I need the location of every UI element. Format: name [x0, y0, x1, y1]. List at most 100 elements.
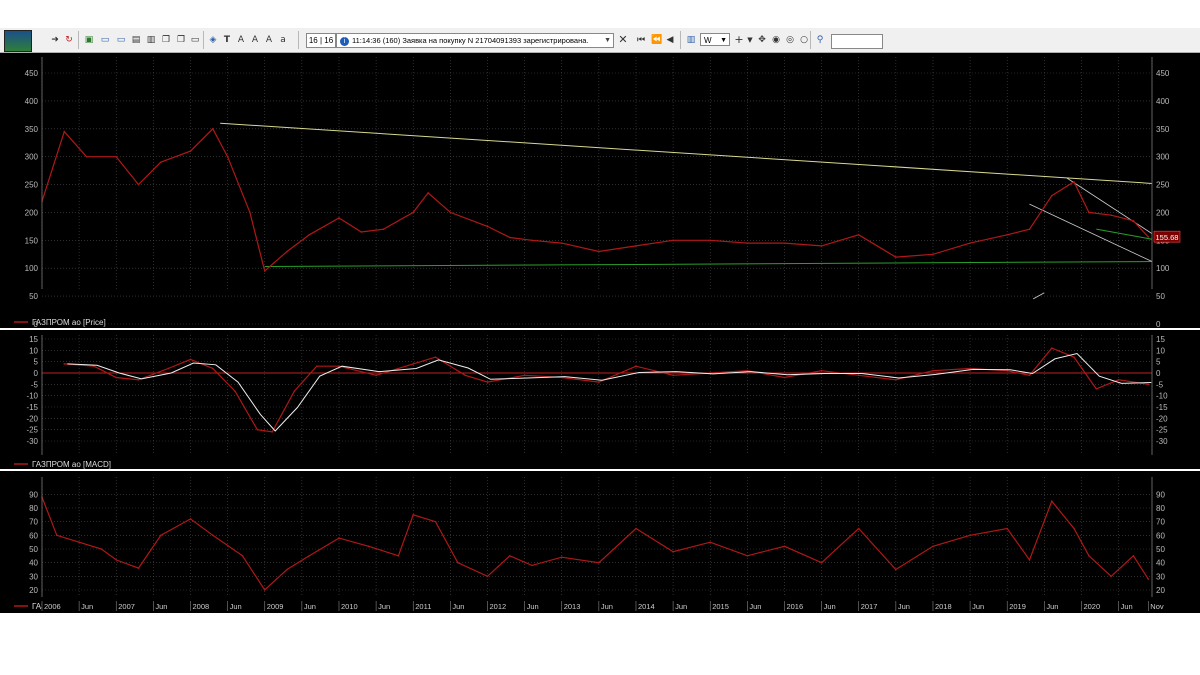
prev-icon[interactable]: ◀ — [665, 35, 675, 45]
tick-label-right: 40 — [1156, 559, 1165, 568]
macd-data-point — [464, 374, 467, 377]
time-axis-label: 2014 — [638, 602, 655, 611]
rsi-data-point — [159, 534, 162, 537]
time-axis-label: Jun — [230, 602, 242, 611]
tick-label-left: 40 — [29, 559, 38, 568]
target-icon[interactable]: ○ — [799, 35, 809, 45]
font-icon[interactable]: A — [236, 35, 246, 45]
rsi-data-point — [672, 550, 674, 553]
time-axis-label: Jun — [452, 602, 464, 611]
macd-data-point — [293, 390, 296, 392]
rsi-data-point — [560, 556, 563, 558]
rsi-data-point — [1028, 559, 1031, 561]
price-data-point — [635, 245, 637, 247]
font-icon[interactable]: a — [278, 35, 288, 45]
close-icon[interactable]: ✕ — [618, 34, 628, 45]
tick-label-right: 5 — [1156, 358, 1161, 367]
interval-value: W — [704, 36, 712, 45]
tick-label-left: 90 — [29, 490, 38, 499]
move-icon[interactable]: ✥ — [757, 35, 767, 45]
search-input[interactable] — [831, 34, 883, 49]
bar-chart-icon[interactable]: ▥ — [686, 35, 696, 45]
macd-data-point — [783, 376, 786, 379]
macd-data-point — [820, 369, 823, 372]
panel-label: ГАЗПРОМ ао [Price] — [32, 318, 106, 327]
tick-label-right: 0 — [1156, 369, 1161, 378]
macd-data-point — [1095, 388, 1098, 390]
message-dropdown[interactable]: i 11:14:36 (160) Заявка на покупку N 2170… — [336, 33, 614, 48]
price-data-point — [449, 211, 452, 214]
text-tool-icon[interactable]: T — [222, 35, 232, 45]
interval-select[interactable]: W ▼ — [700, 33, 730, 46]
time-axis-label: 2010 — [341, 602, 358, 611]
price-data-point — [308, 233, 311, 236]
time-axis-label: 2018 — [935, 602, 952, 611]
tick-label-right: 10 — [1156, 346, 1165, 355]
new-chart-icon[interactable]: ▣ — [84, 35, 94, 45]
hint-icon[interactable]: ◈ — [208, 35, 218, 45]
rsi-data-point — [397, 555, 400, 557]
toolbar-separator — [78, 31, 79, 49]
copy-icon[interactable]: ❐ — [161, 35, 171, 45]
macd-data-point — [857, 374, 860, 377]
tick-label-left: 100 — [25, 264, 39, 273]
time-axis-label: Jun — [749, 602, 761, 611]
rsi-data-point — [308, 555, 311, 557]
rsi-data-point — [598, 561, 600, 564]
target-icon[interactable]: ◉ — [771, 35, 781, 45]
price-data-point — [598, 250, 600, 253]
last-price-label: 155.68 — [1156, 233, 1179, 242]
chart-svg[interactable]: 450 450400 400350 350300 300250 250200 2001501… — [0, 53, 1200, 613]
tick-label-right: 100 — [1156, 264, 1170, 273]
time-axis-label: 2007 — [118, 602, 135, 611]
rsi-data-point — [1110, 575, 1112, 578]
rsi-data-point — [1147, 578, 1150, 580]
tick-label-left: 80 — [29, 504, 38, 513]
chart-area[interactable]: 450 450 400 400 350 350 300 300 250 250 200 200 150 1… — [0, 53, 1200, 613]
print-icon[interactable]: ▤ — [131, 35, 141, 45]
tick-label-left: 10 — [29, 346, 38, 355]
crosshair-icon[interactable]: + — [734, 34, 744, 45]
chevron-down-icon[interactable]: ▼ — [604, 34, 611, 47]
window-icon[interactable]: ▭ — [190, 35, 200, 45]
tick-label-left: 15 — [29, 335, 38, 344]
print-preview-icon[interactable]: ▥ — [146, 35, 156, 45]
price-data-point — [1088, 211, 1090, 214]
panel-label: ГАЗПРОМ ао [MACD] — [32, 460, 111, 469]
prev-icon[interactable]: ⏪ — [651, 35, 662, 45]
tick-label-right: -5 — [1156, 380, 1164, 389]
tick-label-right: 250 — [1156, 181, 1170, 190]
rsi-data-point — [412, 514, 415, 516]
price-data-point — [783, 242, 786, 244]
macd-data-point — [211, 367, 214, 370]
price-data-point — [709, 239, 712, 242]
window-icon[interactable]: ▭ — [116, 35, 126, 45]
font-color-icon[interactable]: A — [264, 35, 274, 45]
time-axis-label: 2016 — [786, 602, 803, 611]
font-size-icon[interactable]: A — [250, 35, 260, 45]
price-data-point — [932, 253, 934, 256]
info-icon: i — [340, 37, 349, 46]
rsi-data-point — [635, 527, 637, 530]
zoom-icon[interactable]: ⚲ — [815, 35, 825, 45]
time-axis-label: Jun — [81, 602, 93, 611]
macd-data-point — [932, 369, 934, 372]
time-axis-label: 2008 — [192, 602, 209, 611]
window-icon[interactable]: ▭ — [100, 35, 110, 45]
arrow-right-icon[interactable]: ➜ — [50, 35, 60, 45]
copy-icon[interactable]: ❐ — [176, 35, 186, 45]
chevron-down-icon[interactable]: ▼ — [745, 35, 755, 45]
price-data-point — [249, 211, 251, 214]
refresh-icon[interactable]: ↻ — [64, 35, 74, 45]
tick-label-left: 50 — [29, 292, 38, 301]
rsi-data-point — [189, 518, 192, 520]
tick-label-left: -30 — [26, 437, 38, 446]
tick-label-left: 60 — [29, 531, 38, 540]
first-page-icon[interactable]: ⏮ — [636, 35, 646, 45]
price-data-point — [1073, 180, 1075, 183]
toolbar-separator — [680, 31, 681, 49]
price-data-point — [115, 155, 118, 158]
target-icon[interactable]: ◎ — [785, 35, 795, 45]
price-data-point — [1006, 233, 1009, 236]
time-axis-label: 2015 — [712, 602, 729, 611]
